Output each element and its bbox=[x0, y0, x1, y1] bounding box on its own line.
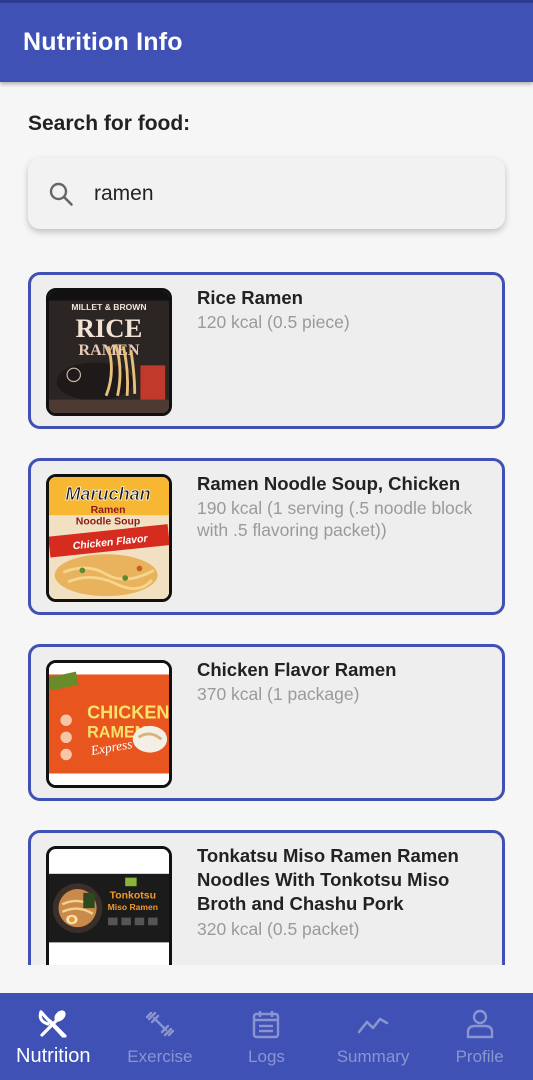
food-name: Tonkatsu Miso Ramen Ramen Noodles With T… bbox=[197, 845, 459, 914]
thumb-text: MILLET & BROWN bbox=[71, 302, 146, 312]
thumb-text: Noodle Soup bbox=[76, 517, 141, 528]
bottom-nav: Nutrition Exercise Logs Summary Profile bbox=[0, 993, 533, 1080]
status-strip bbox=[0, 0, 533, 3]
person-icon bbox=[463, 1007, 497, 1041]
page-title: Nutrition Info bbox=[23, 28, 183, 56]
search-box[interactable] bbox=[28, 158, 505, 229]
food-thumbnail: Maruchan Ramen Noodle Soup Chicken Flavo… bbox=[46, 474, 172, 602]
thumb-text: Tonkotsu bbox=[110, 891, 156, 902]
nav-label: Logs bbox=[248, 1047, 285, 1066]
thumb-text: Miso Ramen bbox=[108, 902, 158, 912]
nav-label: Nutrition bbox=[16, 1045, 91, 1067]
nav-item-exercise[interactable]: Exercise bbox=[107, 993, 214, 1080]
result-card[interactable]: Maruchan Ramen Noodle Soup Chicken Flavo… bbox=[28, 458, 505, 615]
search-icon bbox=[48, 181, 74, 207]
dumbbell-icon bbox=[143, 1007, 177, 1041]
nav-item-logs[interactable]: Logs bbox=[213, 993, 320, 1080]
calendar-icon bbox=[249, 1007, 283, 1041]
food-thumbnail: CHICKEN RAMEN Express bbox=[46, 660, 172, 788]
app-bar: Nutrition Info bbox=[0, 0, 533, 82]
food-thumbnail: MILLET & BROWN RICE RAMEN bbox=[46, 288, 172, 416]
result-card[interactable]: MILLET & BROWN RICE RAMEN Rice Ramen 120… bbox=[28, 272, 505, 429]
food-kcal: 370 kcal (1 package) bbox=[197, 684, 360, 704]
search-label: Search for food: bbox=[28, 112, 191, 135]
food-thumbnail: Tonkotsu Miso Ramen bbox=[46, 846, 172, 965]
nav-item-profile[interactable]: Profile bbox=[426, 993, 533, 1080]
thumb-text: Ramen bbox=[91, 505, 126, 516]
thumb-text: CHICKEN bbox=[87, 702, 169, 722]
food-name: Chicken Flavor Ramen bbox=[197, 659, 397, 680]
fork-knife-icon bbox=[36, 1007, 70, 1041]
nav-item-summary[interactable]: Summary bbox=[320, 993, 427, 1080]
food-name: Rice Ramen bbox=[197, 287, 303, 308]
nav-label: Summary bbox=[336, 1047, 410, 1066]
search-input[interactable] bbox=[94, 176, 474, 212]
nav-item-nutrition[interactable]: Nutrition bbox=[0, 993, 107, 1080]
results-list[interactable]: MILLET & BROWN RICE RAMEN Rice Ramen 120… bbox=[0, 255, 533, 965]
food-kcal: 320 kcal (0.5 packet) bbox=[197, 919, 360, 939]
nav-label: Profile bbox=[455, 1047, 504, 1066]
result-card[interactable]: CHICKEN RAMEN Express Chicken Flavor Ram… bbox=[28, 644, 505, 801]
food-name: Ramen Noodle Soup, Chicken bbox=[197, 473, 461, 494]
thumb-text: RICE bbox=[76, 313, 143, 343]
nav-label: Exercise bbox=[127, 1047, 193, 1066]
food-kcal: 190 kcal (1 serving (.5 noodle block wit… bbox=[197, 498, 473, 540]
result-card[interactable]: Tonkotsu Miso Ramen Tonkatsu Miso Ramen … bbox=[28, 830, 505, 965]
food-kcal: 120 kcal (0.5 piece) bbox=[197, 312, 350, 332]
thumb-text: Maruchan bbox=[65, 484, 150, 504]
trend-line-icon bbox=[356, 1007, 390, 1041]
